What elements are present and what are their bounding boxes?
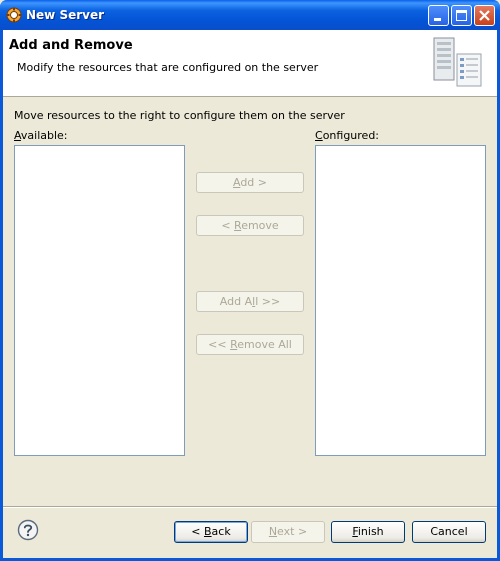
remove-button-pre: <: [221, 219, 235, 232]
instruction-text: Move resources to the right to configure…: [14, 109, 345, 122]
back-button-pre: <: [191, 525, 204, 538]
maximize-icon: [456, 10, 467, 21]
title-bar[interactable]: New Server: [0, 0, 500, 30]
page-title: Add and Remove: [9, 38, 133, 53]
next-button-post: ext >: [277, 525, 308, 538]
footer-divider: [3, 506, 497, 508]
cancel-button[interactable]: Cancel: [412, 521, 486, 543]
available-list[interactable]: [14, 145, 185, 456]
maximize-button[interactable]: [451, 5, 472, 26]
remove-all-button[interactable]: << Remove All: [196, 334, 304, 355]
configured-mnemonic: C: [315, 129, 323, 142]
minimize-icon: [434, 18, 441, 21]
add-button-post: dd >: [240, 176, 268, 189]
finish-button-post: inish: [357, 525, 384, 538]
finish-button[interactable]: Finish: [331, 521, 405, 543]
server-gear-icon: [6, 7, 22, 23]
configured-list[interactable]: [315, 145, 486, 456]
available-mnemonic: A: [14, 129, 21, 142]
back-button-mnemonic: B: [204, 525, 212, 538]
next-button-mnemonic: N: [268, 525, 278, 538]
next-button[interactable]: Next >: [251, 521, 325, 543]
server-list-icon: [433, 37, 482, 87]
minimize-button[interactable]: [428, 5, 449, 26]
add-all-button-post: l >>: [255, 295, 281, 308]
window-title: New Server: [26, 8, 105, 22]
add-all-button[interactable]: Add All >>: [196, 291, 304, 312]
add-button[interactable]: Add >: [196, 172, 304, 193]
back-button[interactable]: < Back: [174, 521, 248, 543]
configured-label-text: onfigured:: [322, 129, 380, 142]
remove-button-post: emove: [241, 219, 279, 232]
remove-all-button-pre: <<: [208, 338, 231, 351]
remove-all-button-post: emove All: [237, 338, 292, 351]
new-server-dialog: New Server Add and Remove Modify the res…: [0, 0, 500, 561]
wizard-header: Add and Remove Modify the resources that…: [3, 30, 497, 97]
page-description: Modify the resources that are configured…: [17, 61, 319, 74]
back-button-post: ack: [211, 525, 231, 538]
help-icon[interactable]: [17, 519, 39, 541]
configured-label: Configured:: [315, 129, 379, 142]
close-button[interactable]: [474, 5, 495, 26]
add-all-button-pre: Add A: [219, 295, 253, 308]
available-label-text: vailable:: [20, 129, 68, 142]
available-label: Available:: [14, 129, 68, 142]
remove-button[interactable]: < Remove: [196, 215, 304, 236]
close-icon: [479, 10, 490, 21]
